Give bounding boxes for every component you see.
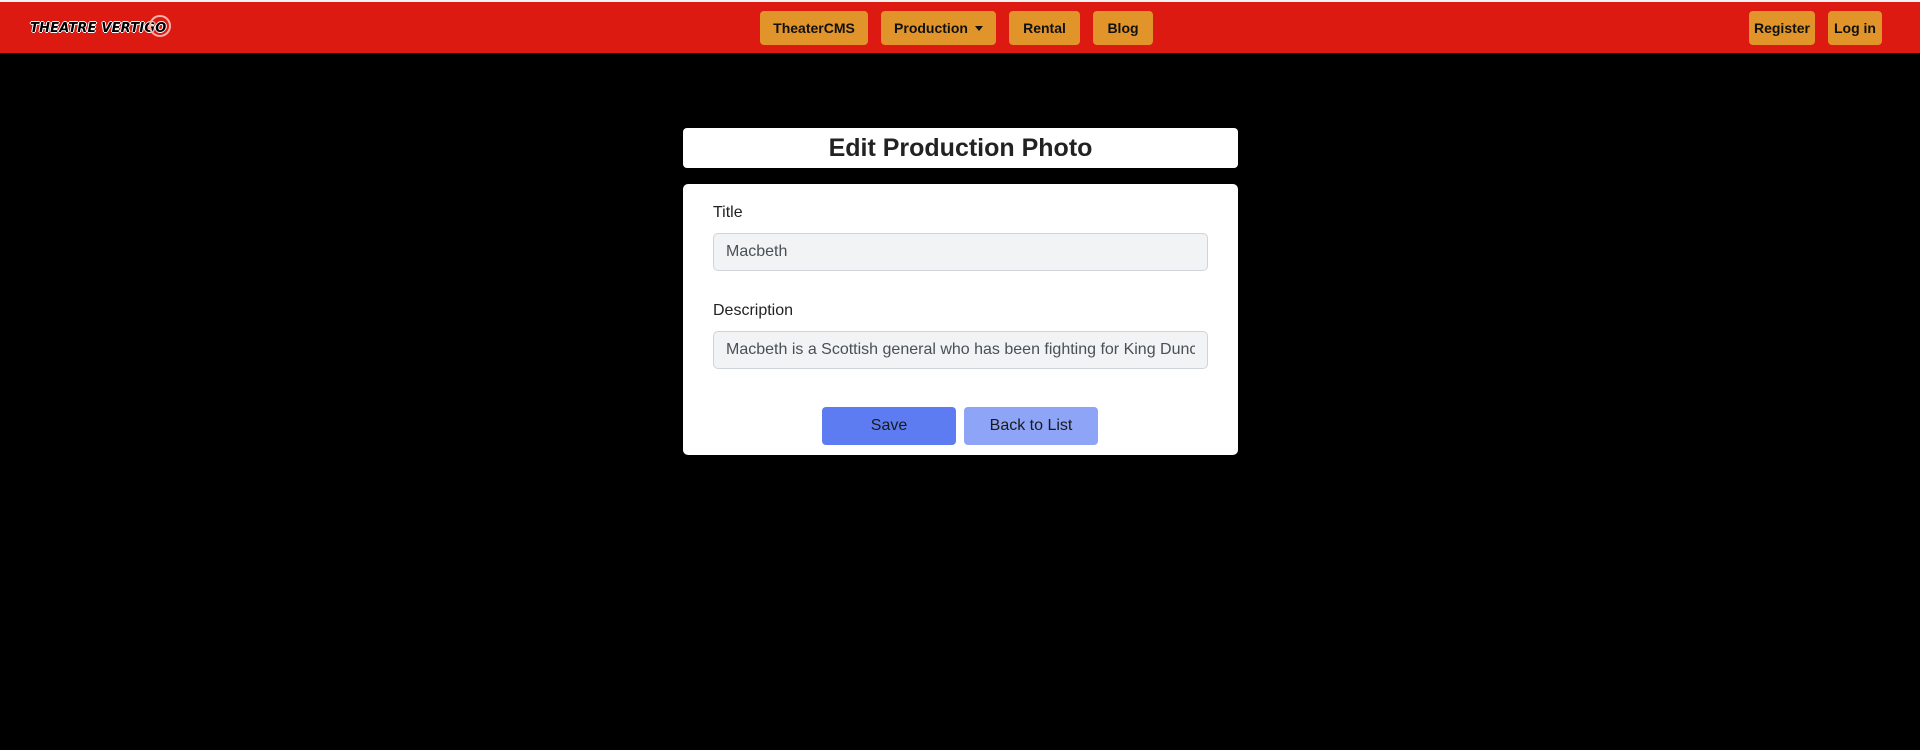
edit-form-card: Title Description Save Back to List	[683, 184, 1238, 455]
description-input[interactable]	[713, 331, 1208, 369]
nav-blog-button[interactable]: Blog	[1093, 11, 1153, 45]
nav-production-dropdown[interactable]: Production	[881, 11, 996, 45]
login-button[interactable]: Log in	[1828, 11, 1882, 45]
register-label: Register	[1753, 20, 1811, 36]
page-title: Edit Production Photo	[828, 133, 1093, 162]
chevron-down-icon	[974, 25, 983, 31]
logo-ring-icon	[148, 15, 171, 37]
nav-rental-label: Rental	[1023, 20, 1066, 36]
nav-blog-label: Blog	[1107, 20, 1139, 36]
save-button[interactable]: Save	[822, 407, 956, 445]
back-to-list-button[interactable]: Back to List	[964, 407, 1098, 445]
register-button[interactable]: Register	[1749, 11, 1815, 45]
nav-rental-button[interactable]: Rental	[1009, 11, 1080, 45]
login-label: Log in	[1834, 20, 1876, 36]
nav-theatercms-label: TheaterCMS	[773, 20, 855, 36]
nav-theatercms-button[interactable]: TheaterCMS	[760, 11, 868, 45]
title-input[interactable]	[713, 233, 1208, 271]
title-field-label: Title	[713, 204, 743, 221]
logo-text: THEATRE VERTIGO	[30, 20, 167, 36]
theatre-vertigo-logo[interactable]: THEATRE VERTIGO	[30, 14, 171, 42]
top-navbar: THEATRE VERTIGO TheaterCMS Production Re…	[0, 0, 1920, 53]
description-field-label: Description	[713, 302, 794, 319]
nav-production-label: Production	[894, 20, 968, 36]
page-title-box: Edit Production Photo	[683, 128, 1238, 168]
